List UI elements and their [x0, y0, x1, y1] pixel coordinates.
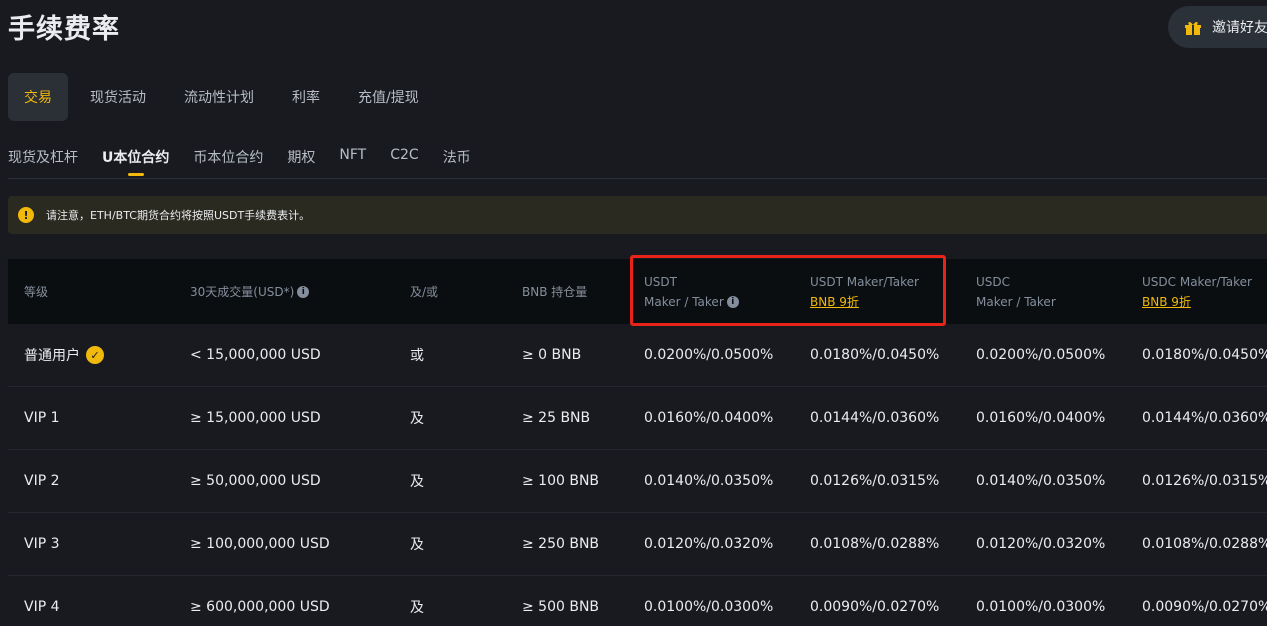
info-icon[interactable]: i — [297, 286, 310, 298]
level-cell: VIP 4 — [24, 599, 60, 615]
header-bnb-holding: BNB 持仓量 — [522, 284, 588, 299]
usdc-bnb-fee-cell: 0.0144%/0.0360% — [1142, 410, 1267, 426]
subtab-fiat[interactable]: 法币 — [443, 147, 471, 177]
bnb-cell: ≥ 250 BNB — [522, 536, 600, 552]
usdt-fee-cell: 0.0200%/0.0500% — [644, 347, 774, 363]
level-cell: VIP 1 — [24, 410, 60, 426]
tab-interest-rate[interactable]: 利率 — [276, 73, 336, 121]
usdt-fee-cell: 0.0140%/0.0350% — [644, 473, 774, 489]
volume-cell: ≥ 15,000,000 USD — [190, 410, 321, 426]
usdt-bnb-fee-cell: 0.0090%/0.0270% — [810, 599, 940, 615]
subtab-nft[interactable]: NFT — [339, 147, 366, 177]
tabs-divider — [8, 178, 1267, 179]
fee-table: 等级 30天成交量(USD*) i 及/或 BNB 持仓量 USDT Maker … — [8, 259, 1267, 626]
verified-badge-icon: ✓ — [86, 346, 104, 364]
main-tabs: 交易 现货活动 流动性计划 利率 充值/提现 — [8, 73, 441, 121]
table-row: VIP 4 ≥ 600,000,000 USD 及 ≥ 500 BNB 0.01… — [8, 576, 1267, 626]
volume-cell: ≥ 100,000,000 USD — [190, 536, 330, 552]
usdt-bnb-fee-cell: 0.0180%/0.0450% — [810, 347, 940, 363]
tab-spot-activity[interactable]: 现货活动 — [74, 73, 162, 121]
usdt-bnb-fee-cell: 0.0126%/0.0315% — [810, 473, 940, 489]
usdc-bnb-fee-cell: 0.0180%/0.0450% — [1142, 347, 1267, 363]
tab-deposit-withdraw[interactable]: 充值/提现 — [342, 73, 435, 121]
usdt-fee-cell: 0.0120%/0.0320% — [644, 536, 774, 552]
andor-cell: 或 — [410, 348, 424, 364]
table-header: 等级 30天成交量(USD*) i 及/或 BNB 持仓量 USDT Maker … — [8, 259, 1267, 324]
notice-banner: ! 请注意，ETH/BTC期货合约将按照USDT手续费表计。 — [8, 196, 1267, 234]
subtab-coinm-futures[interactable]: 币本位合约 — [193, 147, 263, 177]
andor-cell: 及 — [410, 474, 424, 490]
usdc-fee-cell: 0.0160%/0.0400% — [976, 410, 1106, 426]
volume-cell: ≥ 50,000,000 USD — [190, 473, 321, 489]
subtab-options[interactable]: 期权 — [287, 147, 315, 177]
fee-rate-page: 手续费率 邀请好友 交易 现货活动 流动性计划 利率 充值/提现 现货及杠杆 U… — [0, 0, 1267, 626]
usdc-bnb-fee-cell: 0.0126%/0.0315% — [1142, 473, 1267, 489]
usdt-fee-cell: 0.0160%/0.0400% — [644, 410, 774, 426]
header-level: 等级 — [24, 284, 49, 299]
subtab-usdm-futures[interactable]: U本位合约 — [102, 147, 169, 177]
usdc-fee-cell: 0.0100%/0.0300% — [976, 599, 1106, 615]
bnb-cell: ≥ 25 BNB — [522, 410, 591, 426]
subtab-spot-margin[interactable]: 现货及杠杆 — [8, 147, 78, 177]
table-row: VIP 1 ≥ 15,000,000 USD 及 ≥ 25 BNB 0.0160… — [8, 387, 1267, 450]
header-usdc-bnb: USDC Maker/Taker BNB 9折 — [1142, 259, 1252, 324]
invite-friends-button[interactable]: 邀请好友 — [1168, 6, 1267, 48]
andor-cell: 及 — [410, 411, 424, 427]
table-row: VIP 3 ≥ 100,000,000 USD 及 ≥ 250 BNB 0.01… — [8, 513, 1267, 576]
notice-text: 请注意，ETH/BTC期货合约将按照USDT手续费表计。 — [46, 209, 311, 222]
usdc-fee-cell: 0.0200%/0.0500% — [976, 347, 1106, 363]
header-usdc: USDC Maker / Taker — [976, 274, 1056, 309]
level-cell: 普通用户 — [24, 348, 80, 364]
usdt-bnb-fee-cell: 0.0108%/0.0288% — [810, 536, 940, 552]
sub-tabs: 现货及杠杆 U本位合约 币本位合约 期权 NFT C2C 法币 — [8, 147, 495, 177]
info-icon[interactable]: i — [726, 296, 739, 308]
bnb-cell: ≥ 0 BNB — [522, 347, 582, 363]
level-cell: VIP 2 — [24, 473, 60, 489]
subtab-c2c[interactable]: C2C — [390, 147, 418, 177]
bnb-cell: ≥ 100 BNB — [522, 473, 600, 489]
bnb-discount-link[interactable]: BNB 9折 — [810, 292, 919, 312]
usdc-fee-cell: 0.0140%/0.0350% — [976, 473, 1106, 489]
table-row: VIP 2 ≥ 50,000,000 USD 及 ≥ 100 BNB 0.014… — [8, 450, 1267, 513]
usdc-fee-cell: 0.0120%/0.0320% — [976, 536, 1106, 552]
table-row: 普通用户 ✓ < 15,000,000 USD 或 ≥ 0 BNB 0.0200%… — [8, 324, 1267, 387]
usdc-bnb-fee-cell: 0.0090%/0.0270% — [1142, 599, 1267, 615]
header-usdt: USDT Maker / Taker i — [644, 259, 739, 324]
bnb-cell: ≥ 500 BNB — [522, 599, 600, 615]
header-volume: 30天成交量(USD*) i — [190, 259, 310, 324]
invite-friends-label: 邀请好友 — [1212, 20, 1267, 36]
header-usdt-bnb: USDT Maker/Taker BNB 9折 — [810, 259, 919, 324]
andor-cell: 及 — [410, 600, 424, 616]
warning-icon: ! — [18, 207, 34, 223]
header-andor: 及/或 — [410, 284, 439, 299]
bnb-discount-link[interactable]: BNB 9折 — [1142, 292, 1252, 312]
tab-liquidity-program[interactable]: 流动性计划 — [168, 73, 270, 121]
volume-cell: < 15,000,000 USD — [190, 347, 321, 363]
andor-cell: 及 — [410, 537, 424, 553]
gift-icon — [1184, 20, 1202, 35]
volume-cell: ≥ 600,000,000 USD — [190, 599, 330, 615]
usdt-fee-cell: 0.0100%/0.0300% — [644, 599, 774, 615]
tab-trading[interactable]: 交易 — [8, 73, 68, 121]
usdc-bnb-fee-cell: 0.0108%/0.0288% — [1142, 536, 1267, 552]
level-cell: VIP 3 — [24, 536, 60, 552]
page-title: 手续费率 — [8, 14, 120, 45]
usdt-bnb-fee-cell: 0.0144%/0.0360% — [810, 410, 940, 426]
